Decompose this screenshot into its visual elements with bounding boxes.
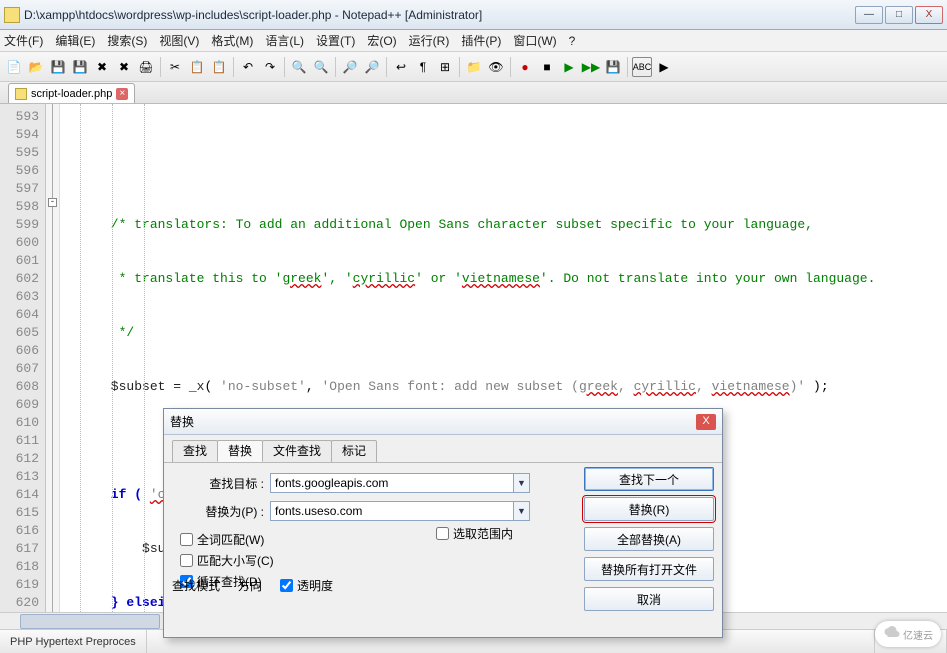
window-maximize-button[interactable]: □ [885, 6, 913, 24]
tab-mark[interactable]: 标记 [331, 440, 377, 462]
print-icon[interactable]: 🖨 [136, 57, 156, 77]
menubar: 文件(F) 编辑(E) 搜索(S) 视图(V) 格式(M) 语言(L) 设置(T… [0, 30, 947, 52]
toolbar: 📄 📂 💾 💾 ✖ ✖ 🖨 ✂ 📋 📋 ↶ ↷ 🔍 🔍 🔎 🔎 ↩ ¶ ⊞ 📁 … [0, 52, 947, 82]
scrollbar-thumb[interactable] [20, 614, 160, 629]
window-close-button[interactable]: X [915, 6, 943, 24]
close-file-icon[interactable]: ✖ [92, 57, 112, 77]
indent-guide-icon[interactable]: ⊞ [435, 57, 455, 77]
copy-icon[interactable]: 📋 [187, 57, 207, 77]
replace-all-button[interactable]: 全部替换(A) [584, 527, 714, 551]
direction-label: 方向 [238, 577, 262, 594]
menu-help[interactable]: ? [569, 34, 576, 48]
document-tabbar: script-loader.php × [0, 82, 947, 104]
file-type-icon [15, 88, 27, 100]
status-language: PHP Hypertext Preproces [0, 630, 147, 653]
tab-replace[interactable]: 替换 [217, 440, 263, 462]
replace-dropdown-icon[interactable]: ▼ [514, 501, 530, 521]
menu-settings[interactable]: 设置(T) [316, 32, 355, 49]
fold-margin[interactable]: - [46, 104, 60, 612]
watermark-logo: 亿速云 [875, 621, 941, 647]
save-icon[interactable]: 💾 [48, 57, 68, 77]
file-tab-label: script-loader.php [31, 88, 112, 100]
find-dropdown-icon[interactable]: ▼ [514, 473, 530, 493]
play-macro-icon[interactable]: ▶ [559, 57, 579, 77]
replace-input[interactable] [270, 501, 514, 521]
record-macro-icon[interactable]: ● [515, 57, 535, 77]
redo-icon[interactable]: ↷ [260, 57, 280, 77]
tab-find[interactable]: 查找 [172, 440, 218, 462]
menu-view[interactable]: 视图(V) [159, 32, 199, 49]
window-title: D:\xampp\htdocs\wordpress\wp-includes\sc… [24, 8, 855, 22]
line-number-gutter: 593 594 595 596 597 598 599 600 601 602 … [0, 104, 46, 612]
fold-box-icon[interactable]: - [48, 198, 57, 207]
match-case-label: 匹配大小写(C) [197, 552, 274, 569]
menu-file[interactable]: 文件(F) [4, 32, 43, 49]
dialog-title: 替换 [170, 413, 696, 430]
menu-search[interactable]: 搜索(S) [107, 32, 147, 49]
tab-close-icon[interactable]: × [116, 88, 128, 100]
menu-plugins[interactable]: 插件(P) [461, 32, 501, 49]
match-case-checkbox[interactable] [180, 554, 193, 567]
menu-run[interactable]: 运行(R) [409, 32, 450, 49]
save-all-icon[interactable]: 💾 [70, 57, 90, 77]
spellcheck-next-icon[interactable]: ▶ [654, 57, 674, 77]
undo-icon[interactable]: ↶ [238, 57, 258, 77]
cancel-button[interactable]: 取消 [584, 587, 714, 611]
new-file-icon[interactable]: 📄 [4, 57, 24, 77]
wrap-icon[interactable]: ↩ [391, 57, 411, 77]
zoom-in-icon[interactable]: 🔎 [340, 57, 360, 77]
code-text: /* translators: To add an additional Ope… [64, 217, 813, 232]
spellcheck-icon[interactable]: ABC [632, 57, 652, 77]
save-macro-icon[interactable]: 💾 [603, 57, 623, 77]
replace-dialog: 替换 X 查找 替换 文件查找 标记 查找目标 : ▼ 替换为(P) : ▼ 选… [163, 408, 723, 638]
file-tab[interactable]: script-loader.php × [8, 83, 135, 103]
zoom-out-icon[interactable]: 🔎 [362, 57, 382, 77]
replace-button[interactable]: 替换(R) [584, 497, 714, 521]
fast-macro-icon[interactable]: ▶▶ [581, 57, 601, 77]
replace-icon[interactable]: 🔍 [311, 57, 331, 77]
cut-icon[interactable]: ✂ [165, 57, 185, 77]
whole-word-label: 全词匹配(W) [197, 531, 264, 548]
dialog-titlebar[interactable]: 替换 X [164, 409, 722, 435]
replace-all-open-button[interactable]: 替换所有打开文件 [584, 557, 714, 581]
open-file-icon[interactable]: 📂 [26, 57, 46, 77]
in-selection-label: 选取范围内 [453, 525, 513, 542]
window-minimize-button[interactable]: — [855, 6, 883, 24]
menu-language[interactable]: 语言(L) [265, 32, 304, 49]
tab-findinfiles[interactable]: 文件查找 [262, 440, 332, 462]
monitor-icon[interactable]: 👁 [486, 57, 506, 77]
find-next-button[interactable]: 查找下一个 [584, 467, 714, 491]
find-input[interactable] [270, 473, 514, 493]
in-selection-checkbox[interactable] [436, 527, 449, 540]
stop-macro-icon[interactable]: ■ [537, 57, 557, 77]
close-all-icon[interactable]: ✖ [114, 57, 134, 77]
replace-label: 替换为(P) : [172, 503, 264, 520]
window-titlebar: D:\xampp\htdocs\wordpress\wp-includes\sc… [0, 0, 947, 30]
find-icon[interactable]: 🔍 [289, 57, 309, 77]
whole-word-checkbox[interactable] [180, 533, 193, 546]
search-mode-label: 查找模式 [172, 577, 220, 594]
show-all-chars-icon[interactable]: ¶ [413, 57, 433, 77]
menu-format[interactable]: 格式(M) [211, 32, 253, 49]
dialog-close-button[interactable]: X [696, 414, 716, 430]
transparency-checkbox[interactable] [280, 579, 293, 592]
folder-icon[interactable]: 📁 [464, 57, 484, 77]
paste-icon[interactable]: 📋 [209, 57, 229, 77]
menu-edit[interactable]: 编辑(E) [55, 32, 95, 49]
menu-macro[interactable]: 宏(O) [367, 32, 396, 49]
dialog-tabs: 查找 替换 文件查找 标记 [164, 439, 722, 463]
transparency-label: 透明度 [297, 577, 333, 594]
menu-window[interactable]: 窗口(W) [513, 32, 556, 49]
find-label: 查找目标 : [172, 475, 264, 492]
app-icon [4, 7, 20, 23]
